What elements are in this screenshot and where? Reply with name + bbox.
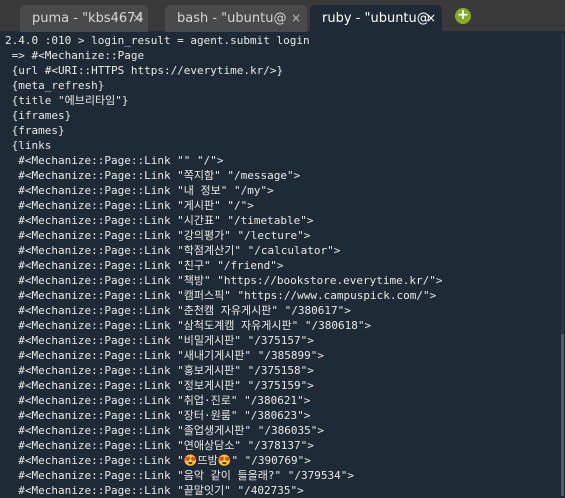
output-line: {url #<URI::HTTPS https://everytime.kr/>… — [5, 64, 284, 77]
output-line: #<Mechanize::Page::Link "책방" "https://bo… — [5, 274, 443, 287]
tab-bar: puma - "kbs4674 × bash - "ubuntu@ × ruby… — [0, 0, 565, 32]
close-icon[interactable]: × — [426, 5, 436, 32]
output-line: #<Mechanize::Page::Link "쪽지함" "/message"… — [5, 169, 301, 182]
terminal-output[interactable]: 2.4.0 :010 > login_result = agent.submit… — [0, 32, 565, 498]
output-line: #<Mechanize::Page::Link "음악 같이 들을래?" "/3… — [5, 469, 354, 482]
add-tab-icon[interactable]: + — [455, 8, 471, 24]
output-line: => #<Mechanize::Page — [5, 49, 145, 62]
output-line: #<Mechanize::Page::Link "게시판" "/"> — [5, 199, 254, 212]
tab-puma[interactable]: puma - "kbs4674 × — [20, 5, 148, 32]
output-line: #<Mechanize::Page::Link "캠퍼스픽" "https://… — [5, 289, 437, 302]
output-line: #<Mechanize::Page::Link "" "/"> — [5, 154, 224, 167]
output-line: #<Mechanize::Page::Link "장터·원룸" "/380623… — [5, 409, 311, 422]
output-line: #<Mechanize::Page::Link "정보게시판" "/375159… — [5, 379, 314, 392]
output-line: #<Mechanize::Page::Link "친구" "/friend"> — [5, 259, 284, 272]
output-line: {links — [5, 139, 52, 152]
output-line: #<Mechanize::Page::Link "비밀게시판" "/375157… — [5, 334, 314, 347]
tab-bash[interactable]: bash - "ubuntu@ × — [165, 5, 307, 32]
output-line: #<Mechanize::Page::Link "새내기게시판" "/38589… — [5, 349, 324, 362]
terminal-window: puma - "kbs4674 × bash - "ubuntu@ × ruby… — [0, 0, 565, 498]
output-line: #<Mechanize::Page::Link "연애상담소" "/378137… — [5, 439, 314, 452]
output-line: #<Mechanize::Page::Link "강의평가" "/lecture… — [5, 229, 311, 242]
output-line: #<Mechanize::Page::Link "시간표" "/timetabl… — [5, 214, 314, 227]
output-line: #<Mechanize::Page::Link "😍뜨밤😍" "/390769"… — [5, 454, 311, 467]
tab-label: ruby - "ubuntu@ — [322, 11, 430, 26]
output-line: #<Mechanize::Page::Link "끝말잇기" "/402735"… — [5, 484, 304, 497]
output-line: {meta_refresh} — [5, 79, 105, 92]
scrollbar[interactable] — [561, 34, 564, 496]
output-line: {iframes} — [5, 109, 72, 122]
output-line: #<Mechanize::Page::Link "취업·진로" "/380621… — [5, 394, 311, 407]
output-line: #<Mechanize::Page::Link "춘천캠 자유게시판" "/38… — [5, 304, 351, 317]
tab-label: puma - "kbs4674 — [32, 11, 144, 26]
output-line: {frames} — [5, 124, 65, 137]
output-line: #<Mechanize::Page::Link "내 정보" "/my"> — [5, 184, 274, 197]
output-line: #<Mechanize::Page::Link "삼척도계캠 자유게시판" "/… — [5, 319, 372, 332]
output-line: #<Mechanize::Page::Link "학점계산기" "/calcul… — [5, 244, 341, 257]
output-line: #<Mechanize::Page::Link "졸업생게시판" "/38603… — [5, 424, 324, 437]
tab-ruby[interactable]: ruby - "ubuntu@ × — [310, 5, 442, 32]
close-icon[interactable]: × — [132, 5, 142, 32]
prompt-line: 2.4.0 :010 > login_result = agent.submit… — [5, 34, 310, 47]
close-icon[interactable]: × — [291, 5, 301, 32]
output-line: {title "에브리타임"} — [5, 94, 129, 107]
scrollbar-thumb[interactable] — [561, 334, 564, 496]
tab-label: bash - "ubuntu@ — [177, 11, 287, 26]
output-line: #<Mechanize::Page::Link "홍보게시판" "/375158… — [5, 364, 314, 377]
